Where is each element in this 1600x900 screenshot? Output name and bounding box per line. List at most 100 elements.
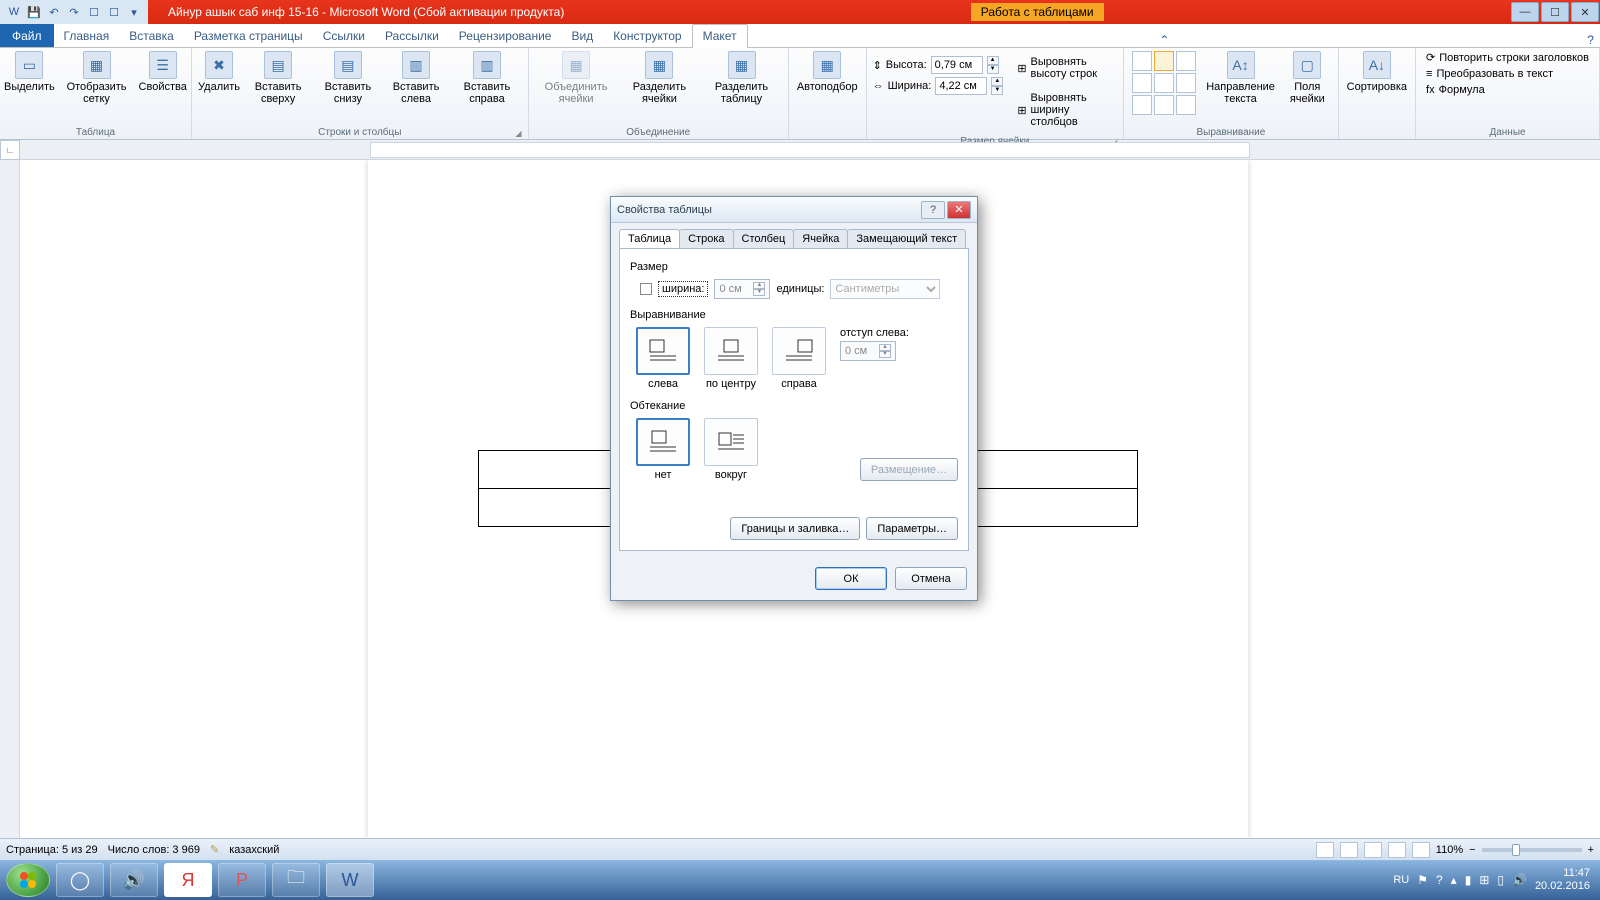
units-select[interactable]: Сантиметры	[830, 279, 940, 299]
repeat-headers-button[interactable]: ⟳Повторить строки заголовков	[1426, 51, 1589, 64]
width-checkbox[interactable]	[640, 283, 652, 295]
distribute-cols-button[interactable]: ⊞Выровнять ширину столбцов	[1017, 92, 1117, 128]
dialog-tab-row[interactable]: Строка	[679, 229, 733, 248]
tab-page-layout[interactable]: Разметка страницы	[184, 25, 313, 47]
view-web-icon[interactable]	[1364, 842, 1382, 858]
tab-mailings[interactable]: Рассылки	[375, 25, 449, 47]
indent-input[interactable]: 0 см▲▼	[840, 341, 896, 361]
redo-icon[interactable]: ↷	[65, 3, 83, 21]
dialog-help-button[interactable]: ?	[921, 201, 945, 219]
minimize-ribbon-icon[interactable]: ⌃	[1153, 33, 1175, 47]
insert-above-button[interactable]: ▤Вставить сверху	[242, 49, 314, 126]
taskbar-chrome[interactable]: ◯	[56, 863, 104, 897]
start-button[interactable]	[6, 863, 50, 897]
text-direction-icon: A↕	[1227, 51, 1255, 79]
distribute-rows-button[interactable]: ⊞Выровнять высоту строк	[1017, 56, 1117, 80]
split-cells-button[interactable]: ▦Разделить ячейки	[620, 49, 700, 126]
tray-flag-icon[interactable]: ⚑	[1417, 873, 1428, 887]
cell-margins-button[interactable]: ▢Поля ячейки	[1281, 49, 1334, 126]
vertical-ruler[interactable]	[0, 160, 20, 838]
help-icon[interactable]: ?	[1581, 33, 1600, 47]
taskbar-volume[interactable]: 🔊	[110, 863, 158, 897]
text-direction-button[interactable]: A↕Направление текста	[1200, 49, 1281, 126]
qat-dropdown-icon[interactable]: ▾	[125, 3, 143, 21]
formula-button[interactable]: fxФормула	[1426, 84, 1589, 96]
tab-view[interactable]: Вид	[561, 25, 603, 47]
tray-help-icon[interactable]: ?	[1436, 873, 1443, 887]
tray-volume-icon[interactable]: 🔊	[1512, 873, 1527, 887]
alignment-grid[interactable]	[1132, 51, 1196, 124]
minimize-button[interactable]: —	[1511, 2, 1539, 22]
language-indicator[interactable]: казахский	[229, 844, 279, 856]
align-left-option[interactable]	[636, 327, 690, 375]
tab-home[interactable]: Главная	[54, 25, 120, 47]
tab-review[interactable]: Рецензирование	[449, 25, 562, 47]
wrap-around-option[interactable]	[704, 418, 758, 466]
view-print-layout-icon[interactable]	[1316, 842, 1334, 858]
width-input[interactable]: 0 см▲▼	[714, 279, 770, 299]
autofit-button[interactable]: ▦Автоподбор	[793, 49, 862, 126]
zoom-level[interactable]: 110%	[1436, 844, 1463, 856]
dialog-titlebar[interactable]: Свойства таблицы ? ✕	[611, 197, 977, 223]
qat-item-icon[interactable]: ☐	[105, 3, 123, 21]
word-count[interactable]: Число слов: 3 969	[108, 844, 200, 856]
horizontal-ruler[interactable]: ∟	[0, 140, 1600, 160]
view-gridlines-button[interactable]: ▦Отобразить сетку	[55, 49, 139, 126]
tray-battery-icon[interactable]: ▯	[1497, 873, 1504, 887]
insert-left-button[interactable]: ▥Вставить слева	[382, 49, 451, 126]
taskbar-yandex[interactable]: Я	[164, 863, 212, 897]
save-icon[interactable]: 💾	[25, 3, 43, 21]
convert-to-text-button[interactable]: ≡Преобразовать в текст	[1426, 68, 1589, 80]
taskbar-powerpoint[interactable]: P	[218, 863, 266, 897]
dialog-tab-table[interactable]: Таблица	[619, 229, 680, 248]
view-outline-icon[interactable]	[1388, 842, 1406, 858]
zoom-in-button[interactable]: +	[1588, 844, 1594, 856]
tray-network-icon[interactable]: ▮	[1465, 873, 1472, 887]
zoom-out-button[interactable]: −	[1469, 844, 1475, 856]
tab-selector[interactable]: ∟	[0, 140, 20, 160]
tab-insert[interactable]: Вставка	[119, 25, 184, 47]
view-draft-icon[interactable]	[1412, 842, 1430, 858]
options-button[interactable]: Параметры…	[866, 517, 958, 540]
zoom-slider[interactable]	[1482, 848, 1582, 852]
close-button[interactable]: ✕	[1571, 2, 1599, 22]
tab-references[interactable]: Ссылки	[313, 25, 375, 47]
taskbar-word[interactable]: W	[326, 863, 374, 897]
wrap-none-option[interactable]	[636, 418, 690, 466]
page-counter[interactable]: Страница: 5 из 29	[6, 844, 98, 856]
view-fullscreen-icon[interactable]	[1340, 842, 1358, 858]
restore-button[interactable]: ☐	[1541, 2, 1569, 22]
borders-shading-button[interactable]: Границы и заливка…	[730, 517, 860, 540]
file-tab[interactable]: Файл	[0, 24, 54, 47]
group-autofit: ▦Автоподбор	[789, 48, 867, 139]
dialog-close-button[interactable]: ✕	[947, 201, 971, 219]
insert-below-button[interactable]: ▤Вставить снизу	[314, 49, 381, 126]
ok-button[interactable]: ОК	[815, 567, 887, 590]
select-button[interactable]: ▭Выделить	[4, 49, 55, 126]
tab-layout[interactable]: Макет	[692, 24, 748, 48]
properties-button[interactable]: ☰Свойства	[138, 49, 187, 126]
tab-design[interactable]: Конструктор	[603, 25, 691, 47]
align-center-option[interactable]	[704, 327, 758, 375]
sort-button[interactable]: A↓Сортировка	[1343, 49, 1411, 126]
cancel-button[interactable]: Отмена	[895, 567, 967, 590]
taskbar-explorer[interactable]: 🗀	[272, 863, 320, 897]
tray-lang[interactable]: RU	[1393, 874, 1409, 886]
align-right-option[interactable]	[772, 327, 826, 375]
dialog-tab-column[interactable]: Столбец	[733, 229, 795, 248]
proofing-icon[interactable]: ✎	[210, 843, 219, 856]
contextual-tab-title: Работа с таблицами	[971, 3, 1104, 21]
col-width-input[interactable]	[935, 77, 987, 95]
undo-icon[interactable]: ↶	[45, 3, 63, 21]
qat-item-icon[interactable]: ☐	[85, 3, 103, 21]
tray-chevron-icon[interactable]: ▴	[1451, 873, 1457, 887]
insert-right-button[interactable]: ▥Вставить справа	[450, 49, 523, 126]
dialog-launcher-icon[interactable]: ◢	[515, 129, 521, 138]
dialog-tab-alt-text[interactable]: Замещающий текст	[847, 229, 966, 248]
dialog-tab-cell[interactable]: Ячейка	[793, 229, 848, 248]
tray-clock[interactable]: 11:47 20.02.2016	[1535, 867, 1590, 893]
delete-button[interactable]: ✖Удалить	[196, 49, 242, 126]
tray-action-icon[interactable]: ⊞	[1479, 873, 1489, 887]
row-height-input[interactable]	[931, 56, 983, 74]
split-table-button[interactable]: ▦Разделить таблицу	[699, 49, 784, 126]
